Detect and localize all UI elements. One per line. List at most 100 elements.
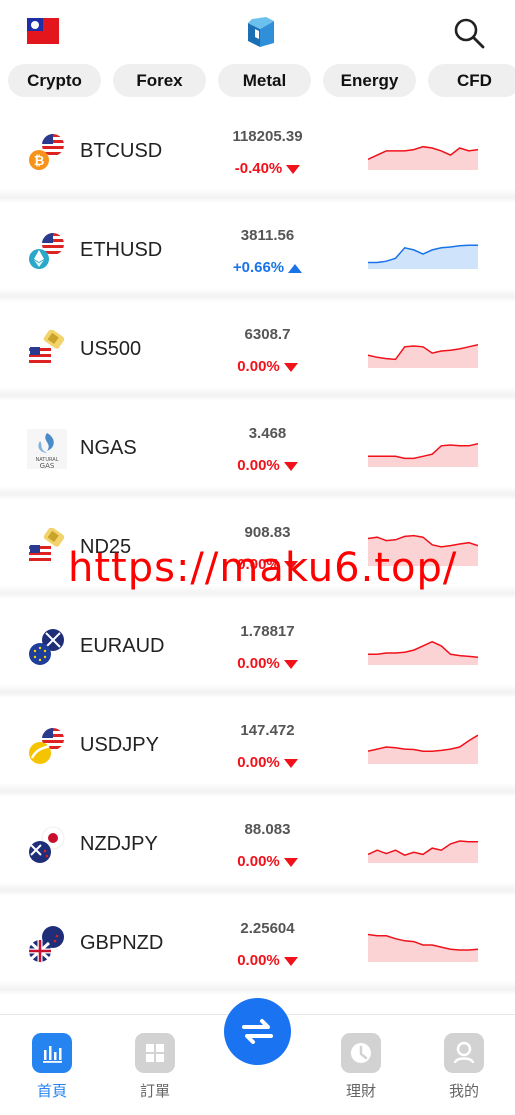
- price-value: 147.472: [240, 722, 295, 739]
- arrow-down-icon: [283, 659, 298, 669]
- tab-energy[interactable]: Energy: [323, 64, 416, 97]
- change-value: +0.66%: [210, 259, 325, 276]
- grid-icon: [135, 1033, 175, 1073]
- quote-row-usdjpy[interactable]: USDJPY 147.472 0.00%: [0, 696, 515, 797]
- change-percent: 0.00%: [237, 853, 280, 870]
- tab-forex[interactable]: Forex: [113, 64, 206, 97]
- chart-bars-icon: [32, 1033, 72, 1073]
- sparkline-chart: [368, 640, 478, 665]
- change-percent: 0.00%: [237, 358, 280, 375]
- price-value: 1.78817: [240, 623, 295, 640]
- top-header: [0, 0, 515, 64]
- symbol-label: US500: [80, 338, 142, 360]
- nav-finance[interactable]: 理財: [331, 1033, 391, 1101]
- svg-text:GAS: GAS: [40, 462, 55, 469]
- symbol-label: GBPNZD: [80, 932, 164, 954]
- ethereum-usd-icon: [29, 233, 64, 269]
- nasdaq-index-icon: [29, 528, 65, 566]
- sparkline-chart: [368, 840, 478, 863]
- flag-sun: [31, 20, 39, 29]
- arrow-down-icon: [283, 758, 298, 768]
- symbol-label: NGAS: [80, 437, 137, 459]
- watermark-url: https://maku6.top/: [68, 545, 458, 591]
- quote-row-gbpnzd[interactable]: GBPNZD 2.25604 0.00%: [0, 894, 515, 995]
- app-logo-icon: [248, 17, 274, 47]
- change-value: 0.00%: [210, 358, 325, 375]
- nav-home-label: 首頁: [36, 1083, 67, 1100]
- price-value: 6308.7: [244, 326, 291, 343]
- nav-orders[interactable]: 訂單: [125, 1033, 185, 1101]
- nav-orders-label: 訂單: [139, 1083, 170, 1100]
- nav-profile-label: 我的: [448, 1083, 479, 1100]
- sparkline-chart: [368, 145, 478, 170]
- tab-cfd[interactable]: CFD: [428, 64, 515, 97]
- quote-row-ethusd[interactable]: ETHUSD 3811.56 +0.66%: [0, 201, 515, 302]
- change-percent: 0.00%: [237, 655, 280, 672]
- price-value: 88.083: [244, 821, 291, 838]
- price-value: 2.25604: [240, 920, 295, 937]
- arrow-up-icon: [288, 263, 303, 273]
- sparkline-area: [368, 934, 478, 962]
- change-percent: 0.00%: [237, 457, 280, 474]
- exchange-arrows-icon: [242, 1019, 273, 1044]
- tab-crypto[interactable]: Crypto: [8, 64, 101, 97]
- quote-row-nzdjpy[interactable]: NZDJPY 88.083 0.00%: [0, 795, 515, 896]
- arrow-down-icon: [283, 956, 298, 966]
- gbp-nzd-icon: [29, 926, 64, 962]
- taiwan-flag-icon[interactable]: [27, 18, 59, 44]
- sparkline-area: [368, 735, 478, 764]
- price-value: 3.468: [248, 425, 287, 442]
- arrow-down-icon: [283, 362, 298, 372]
- euro-aud-icon: [29, 629, 64, 665]
- us500-index-icon: [29, 330, 65, 368]
- clock-icon: [341, 1033, 381, 1073]
- flag-canton: [27, 18, 43, 31]
- exchange-button[interactable]: [224, 998, 291, 1065]
- bitcoin-usd-icon: ₿: [29, 134, 64, 170]
- change-value: 0.00%: [210, 754, 325, 771]
- change-value: 0.00%: [210, 457, 325, 474]
- symbol-label: ETHUSD: [80, 239, 163, 261]
- change-value: -0.40%: [210, 160, 325, 177]
- arrow-down-icon: [283, 857, 298, 867]
- sparkline-chart: [368, 343, 478, 368]
- symbol-label: EURAUD: [80, 635, 165, 657]
- sparkline-chart: [368, 244, 478, 269]
- arrow-down-icon: [283, 461, 298, 471]
- sparkline-area: [368, 146, 478, 170]
- usd-jpy-icon: [29, 728, 64, 764]
- quote-row-euraud[interactable]: EURAUD 1.78817 0.00%: [0, 597, 515, 698]
- change-value: 0.00%: [210, 655, 325, 672]
- sparkline-area: [368, 443, 478, 467]
- tab-metal[interactable]: Metal: [218, 64, 311, 97]
- change-value: 0.00%: [210, 853, 325, 870]
- change-percent: -0.40%: [234, 160, 283, 177]
- bottom-nav: 首頁 訂單 理財 我的: [0, 998, 515, 1115]
- change-value: 0.00%: [210, 952, 325, 969]
- symbol-label: BTCUSD: [80, 140, 163, 162]
- change-percent: 0.00%: [237, 754, 280, 771]
- symbol-label: NZDJPY: [80, 833, 158, 855]
- nav-finance-label: 理財: [345, 1083, 376, 1100]
- sparkline-chart: [368, 442, 478, 467]
- price-value: 908.83: [244, 524, 291, 541]
- natural-gas-icon: NATURALGAS: [27, 429, 67, 469]
- nzd-jpy-icon: [29, 826, 65, 863]
- search-icon[interactable]: [452, 16, 486, 50]
- nav-profile[interactable]: 我的: [434, 1033, 494, 1101]
- category-tabs: Crypto Forex Metal Energy CFD: [8, 64, 515, 98]
- price-value: 118205.39: [232, 128, 303, 145]
- sparkline-chart: [368, 933, 478, 962]
- quote-row-us500[interactable]: US500 6308.7 0.00%: [0, 300, 515, 401]
- price-value: 3811.56: [240, 227, 295, 244]
- svg-text:₿: ₿: [34, 154, 45, 169]
- symbol-label: USDJPY: [80, 734, 159, 756]
- user-icon: [444, 1033, 484, 1073]
- nav-home[interactable]: 首頁: [22, 1033, 82, 1101]
- sparkline-area: [368, 245, 478, 269]
- change-percent: 0.00%: [237, 952, 280, 969]
- change-percent: +0.66%: [232, 259, 285, 276]
- quote-row-ngas[interactable]: NATURAL GAS NGAS 3.468 0.00%: [0, 399, 515, 500]
- quote-row-btcusd[interactable]: ₿ BTCUSD 118205.39 -0.40%: [0, 102, 515, 203]
- sparkline-area: [368, 841, 478, 863]
